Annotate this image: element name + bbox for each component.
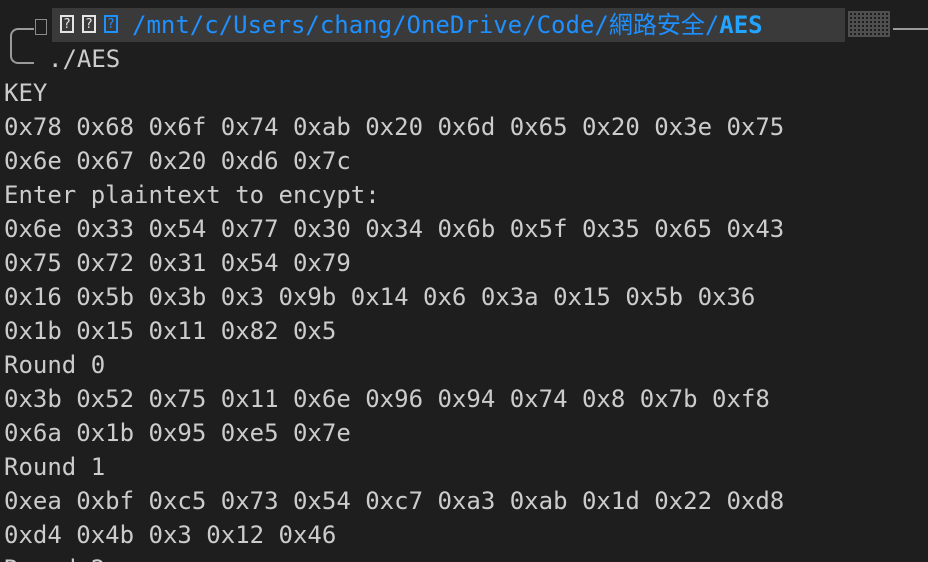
prompt-line: /mnt/c/Users/chang/OneDrive/Code/網路安全/AE… (0, 8, 928, 44)
os-icon (60, 8, 74, 42)
command-text: ./AES (48, 45, 121, 73)
output-line: 0x75 0x72 0x31 0x54 0x79 (4, 249, 351, 277)
prompt-connector-left (26, 28, 34, 30)
output-line: 0x3b 0x52 0x75 0x11 0x6e 0x96 0x94 0x74 … (4, 385, 770, 413)
current-path: /mnt/c/Users/chang/OneDrive/Code/網路安全/AE… (132, 8, 763, 42)
user-icon (82, 8, 96, 42)
prompt-corner-bottom (10, 44, 34, 64)
output-line: 0x16 0x5b 0x3b 0x3 0x9b 0x14 0x6 0x3a 0x… (4, 283, 756, 311)
path-segment: /mnt/c/Users/chang/OneDrive/Code/網路安全/AE… (52, 8, 845, 42)
path-prefix: /mnt/c/Users/chang/OneDrive/Code/網路安全/ (132, 11, 720, 39)
output-line: KEY (4, 79, 48, 107)
prompt-corner-top (10, 28, 28, 44)
prompt-connector-right (893, 28, 928, 30)
output-line: Round 1 (4, 453, 106, 481)
user-segment-icon (35, 19, 47, 35)
output-line: Round 0 (4, 351, 106, 379)
output-line: 0x6a 0x1b 0x95 0xe5 0x7e (4, 419, 351, 447)
output-line: 0xea 0xbf 0xc5 0x73 0x54 0xc7 0xa3 0xab … (4, 487, 785, 515)
output-line: 0x1b 0x15 0x11 0x82 0x5 (4, 317, 337, 345)
output-line: 0x6e 0x33 0x54 0x77 0x30 0x34 0x6b 0x5f … (4, 215, 785, 243)
output-line: 0x78 0x68 0x6f 0x74 0xab 0x20 0x6d 0x65 … (4, 113, 785, 141)
output-line: Enter plaintext to encypt: (4, 181, 380, 209)
folder-icon (104, 8, 118, 42)
output-line: Round 2 (4, 552, 784, 562)
terminal-output: KEY 0x78 0x68 0x6f 0x74 0xab 0x20 0x6d 0x… (4, 76, 784, 562)
terminal-window[interactable]: /mnt/c/Users/chang/OneDrive/Code/網路安全/AE… (0, 0, 928, 562)
segment-separator (848, 11, 890, 37)
path-current-dir: AES (719, 11, 763, 39)
output-line: 0xd4 0x4b 0x3 0x12 0x46 (4, 521, 337, 549)
output-line: 0x6e 0x67 0x20 0xd6 0x7c (4, 147, 351, 175)
